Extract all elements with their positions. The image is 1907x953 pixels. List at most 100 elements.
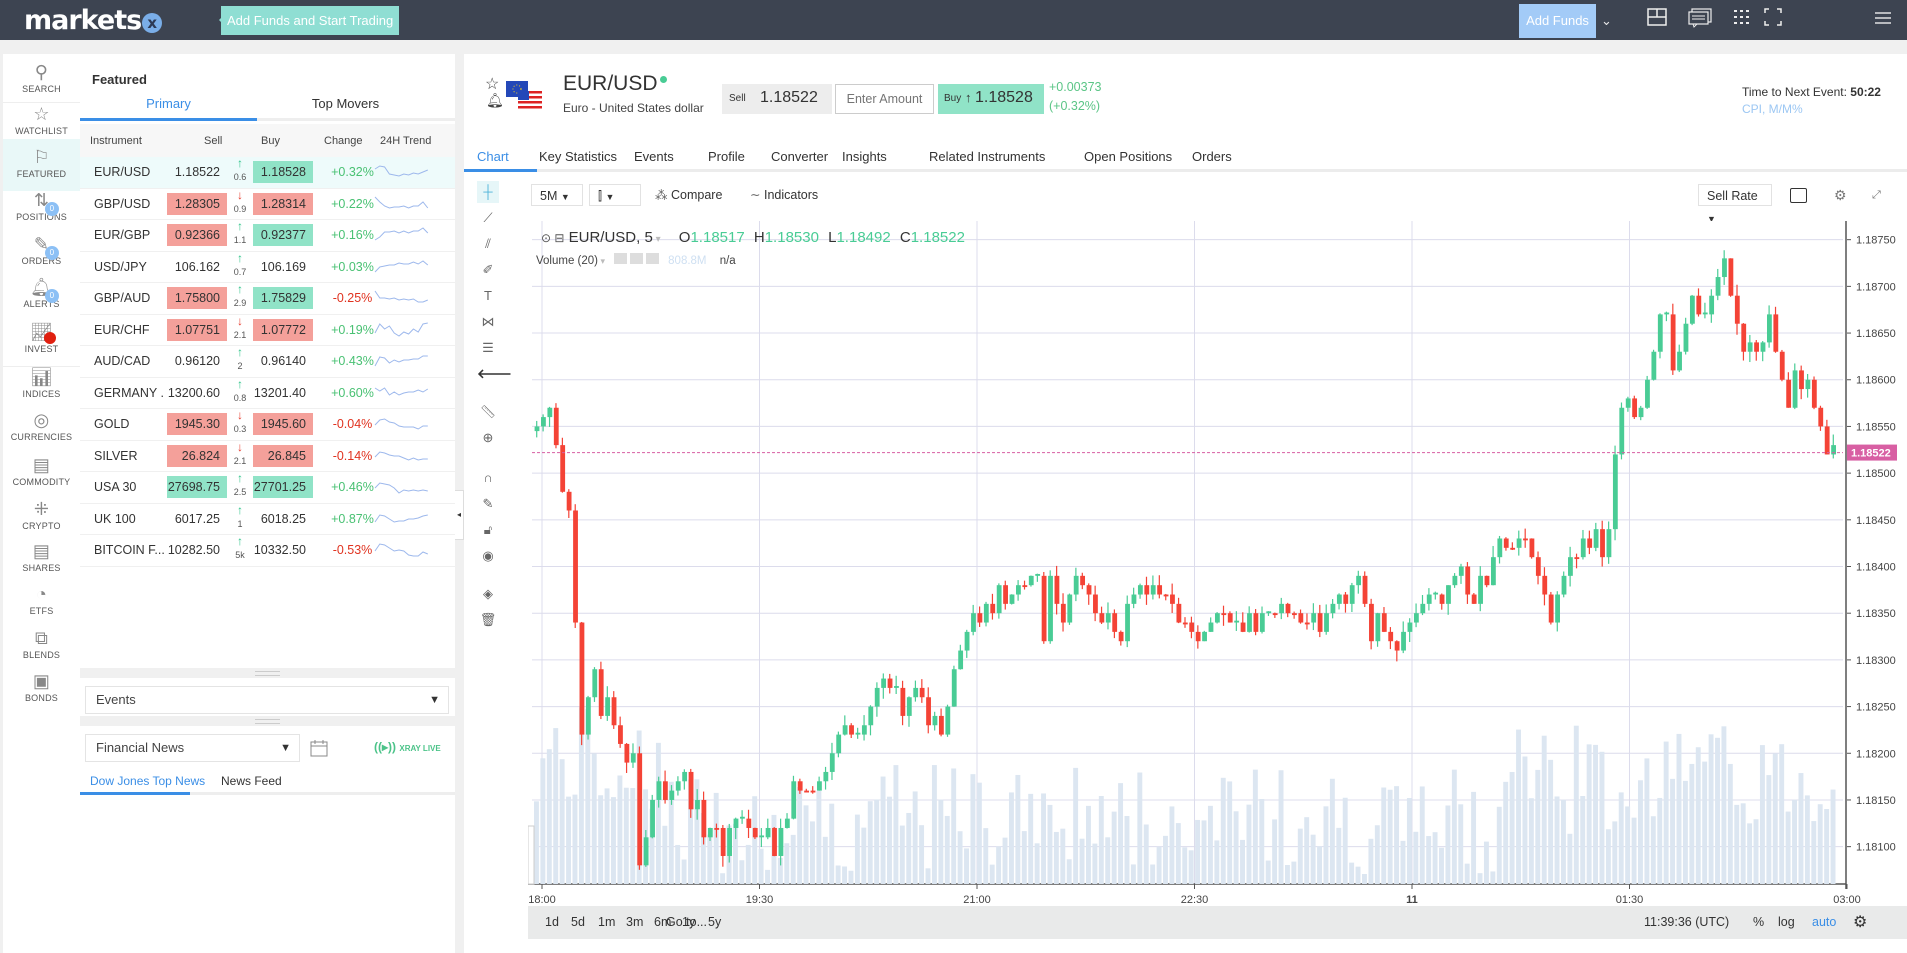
percent-scale-toggle[interactable]: % [1753, 915, 1764, 929]
alert-bell-icon[interactable]: 🔔︎ [486, 92, 504, 109]
tab-related-instruments[interactable]: Related Instruments [929, 149, 1045, 164]
chart-type-select[interactable]: ⫿ ▼ [589, 184, 641, 206]
buy-price[interactable]: 1.07772 [253, 318, 313, 341]
buy-price[interactable]: 10332.50 [253, 539, 313, 561]
nav-item-bonds[interactable]: ▣ BONDS [3, 663, 80, 705]
add-funds-button[interactable]: Add Funds [1519, 4, 1596, 38]
compare-button[interactable]: ⁂ Compare [655, 184, 722, 206]
nav-item-positions[interactable]: ⇅ 0 POSITIONS [3, 182, 80, 224]
volume-visibility-icon[interactable] [613, 253, 627, 264]
eye-icon[interactable]: ◉ [477, 545, 499, 567]
nav-item-commodity[interactable]: ▤ COMMODITY [3, 447, 80, 489]
instrument-row[interactable]: GBP/USD 1.28305 ↓ 0.9 1.28314 +0.22% [80, 188, 455, 220]
buy-price[interactable]: 1.28314 [253, 192, 313, 215]
tab-profile[interactable]: Profile [708, 149, 745, 164]
nav-item-alerts[interactable]: 🔔︎ 0 ALERTS [3, 269, 80, 311]
xray-live-button[interactable]: ((▸)) XRAY LIVE [374, 740, 441, 754]
layout-icon[interactable] [1647, 8, 1667, 31]
instrument-row[interactable]: GERMANY ... 13200.60 ↑ 0.8 13201.40 +0.60% [80, 377, 455, 409]
trash-icon[interactable]: 🗑︎ [477, 609, 499, 631]
footer-settings-gear-icon[interactable]: ⚙ [1853, 912, 1867, 932]
brush-icon[interactable]: ✐ [477, 259, 499, 281]
buy-price[interactable]: 1.75829 [253, 287, 313, 309]
nav-item-blends[interactable]: ⧉ BLENDS [3, 620, 80, 662]
tab-events[interactable]: Events [634, 149, 674, 164]
sell-price[interactable]: 27698.75 [167, 476, 227, 498]
instrument-row[interactable]: EUR/GBP 0.92366 ↑ 1.1 0.92377 +0.16% [80, 219, 455, 252]
tab-open-positions[interactable]: Open Positions [1084, 149, 1172, 164]
add-funds-promo-button[interactable]: Add Funds and Start Trading [218, 6, 400, 35]
col-buy[interactable]: Buy [261, 135, 280, 147]
sell-price[interactable]: 1.18522 [167, 161, 227, 183]
sell-price[interactable]: 1945.30 [167, 413, 227, 435]
instrument-row[interactable]: SILVER 26.824 ↓ 2.1 26.845 -0.14% [80, 440, 455, 472]
ruler-icon[interactable]: 📏︎ [477, 401, 499, 423]
col-instrument[interactable]: Instrument [90, 135, 142, 147]
resize-handle[interactable] [80, 668, 455, 678]
buy-price[interactable]: 1.18528 [253, 161, 313, 183]
sell-price[interactable]: 106.162 [167, 256, 227, 278]
nav-item-shares[interactable]: ▤ SHARES [3, 533, 80, 575]
fullscreen-icon[interactable] [1764, 8, 1782, 31]
zoom-in-icon[interactable]: ⊕ [477, 427, 499, 449]
sell-price[interactable]: 26.824 [167, 444, 227, 467]
sell-price[interactable]: 10282.50 [167, 539, 227, 561]
tab-insights[interactable]: Insights [842, 149, 887, 164]
tab-converter[interactable]: Converter [771, 149, 828, 164]
buy-price[interactable]: 13201.40 [253, 382, 313, 404]
expand-chart-icon[interactable]: ⤢ [1872, 184, 1881, 206]
indicators-button[interactable]: ∼ Indicators [750, 184, 818, 206]
magnet-icon[interactable]: ∩ [477, 467, 499, 489]
rate-select[interactable]: Sell Rate ▼ [1698, 184, 1772, 224]
screenshot-icon[interactable] [1790, 188, 1807, 203]
resize-handle[interactable] [80, 716, 455, 726]
chevron-circle-icon[interactable]: ⌄ [1601, 10, 1612, 32]
range-5y[interactable]: 5y [708, 915, 721, 929]
auto-scale-toggle[interactable]: auto [1812, 915, 1836, 929]
instrument-row[interactable]: GBP/AUD 1.75800 ↑ 2.9 1.75829 -0.25% [80, 282, 455, 315]
instrument-row[interactable]: GOLD 1945.30 ↓ 0.3 1945.60 -0.04% [80, 408, 455, 441]
buy-price[interactable]: 106.169 [253, 256, 313, 278]
instrument-row[interactable]: UK 100 6017.25 ↑ 1 6018.25 +0.87% [80, 503, 455, 535]
price-chart[interactable]: 1.18750 1.18700 1.18650 1.18600 1.18550 1.185… [528, 221, 1907, 903]
tab-orders[interactable]: Orders [1192, 149, 1232, 164]
tab-key-statistics[interactable]: Key Statistics [539, 149, 617, 164]
nav-item-indices[interactable]: 📊︎ INDICES [3, 359, 80, 401]
tab-top-movers[interactable]: Top Movers [257, 96, 434, 111]
nav-item-etfs[interactable]: ◔ ETFS [3, 576, 80, 618]
back-arrow-icon[interactable]: 🡐 [477, 363, 512, 385]
calendar-icon[interactable] [310, 739, 328, 762]
collapse-legend-icon[interactable]: ⊙ ⊟ [541, 231, 564, 245]
sell-price[interactable]: 13200.60 [167, 382, 227, 404]
sell-price[interactable]: 1.75800 [167, 287, 227, 309]
lock-drawing-icon[interactable]: ✎ [477, 493, 499, 515]
trend-line-icon[interactable]: ⟋ [477, 207, 499, 229]
nav-item-crypto[interactable]: ⁜ CRYPTO [3, 491, 80, 533]
sell-price[interactable]: 0.96120 [167, 350, 227, 372]
range-3m[interactable]: 3m [626, 915, 643, 929]
tab-chart[interactable]: Chart [477, 149, 509, 164]
nav-item-orders[interactable]: ✎ 0 ORDERS [3, 226, 80, 268]
buy-price[interactable]: 26.845 [253, 444, 313, 467]
instrument-row[interactable]: AUD/CAD 0.96120 ↑ 2 0.96140 +0.43% [80, 345, 455, 378]
tab-dow-jones-top-news[interactable]: Dow Jones Top News [90, 774, 205, 788]
nav-item-watchlist[interactable]: ☆ WATCHLIST [3, 96, 80, 138]
volume-remove-icon[interactable] [645, 253, 659, 264]
instrument-row[interactable]: USA 30 27698.75 ↑ 2.5 27701.25 +0.46% [80, 471, 455, 504]
volume-settings-icon[interactable] [629, 253, 643, 264]
sell-price[interactable]: 1.07751 [167, 318, 227, 341]
instrument-row[interactable]: EUR/CHF 1.07751 ↓ 2.1 1.07772 +0.19% [80, 314, 455, 346]
instrument-row[interactable]: USD/JPY 106.162 ↑ 0.7 106.169 +0.03% [80, 251, 455, 283]
collapse-panel-handle[interactable]: ◂ [455, 490, 464, 540]
amount-input[interactable] [835, 84, 934, 114]
range-6m[interactable]: 6m [654, 915, 671, 929]
tab-news-feed[interactable]: News Feed [221, 774, 282, 788]
layers-icon[interactable]: ◈ [477, 583, 499, 605]
col-change[interactable]: Change [324, 135, 363, 147]
caret-down-icon[interactable]: ▾ [653, 234, 661, 245]
chat-icon[interactable] [1688, 8, 1712, 33]
crosshair-icon[interactable]: ┼ [477, 181, 499, 203]
instrument-row[interactable]: BITCOIN F... 10282.50 ↑ 5k 10332.50 -0.53% [80, 534, 455, 567]
watchlist-star-icon[interactable]: ☆ [485, 74, 499, 94]
unlock-icon[interactable]: 🔓︎ [477, 519, 499, 541]
